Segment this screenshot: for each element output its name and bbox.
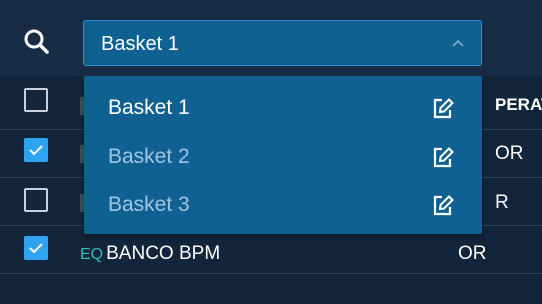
- select-all-checkbox[interactable]: [24, 88, 48, 112]
- checkmark-icon: [29, 243, 43, 254]
- dropdown-item-label: Basket 1: [108, 96, 190, 119]
- chevron-up-icon: [452, 39, 464, 47]
- edit-icon: [433, 98, 454, 119]
- basket-select-value: Basket 1: [101, 33, 179, 55]
- instrument-name-cell: EQ BANCO BPM: [80, 243, 220, 265]
- row-checkbox[interactable]: [24, 138, 48, 162]
- edit-basket-button[interactable]: [430, 193, 456, 219]
- dropdown-item-label: Basket 3: [108, 193, 190, 216]
- edit-icon: [433, 195, 454, 216]
- edit-basket-button[interactable]: [430, 145, 456, 171]
- instrument-name: BANCO BPM: [106, 243, 221, 264]
- basket-select[interactable]: Basket 1: [83, 20, 482, 66]
- row-checkbox[interactable]: [24, 188, 48, 212]
- search-button[interactable]: [22, 27, 52, 57]
- dropdown-item-basket-3[interactable]: Basket 3: [84, 181, 482, 233]
- edit-basket-button[interactable]: [430, 96, 456, 122]
- row-operator: R: [495, 192, 509, 213]
- dropdown-item-basket-1[interactable]: Basket 1: [84, 84, 482, 136]
- row-operator: OR: [495, 143, 524, 164]
- edit-icon: [433, 147, 454, 168]
- basket-dropdown-menu: Basket 1 Basket 2 Basket 3: [84, 76, 482, 234]
- row-operator: OR: [458, 243, 487, 264]
- dropdown-item-label: Basket 2: [108, 145, 190, 168]
- operator-column-header: PERAT: [495, 95, 542, 114]
- search-icon: [24, 29, 49, 54]
- dropdown-item-basket-2[interactable]: Basket 2: [84, 133, 482, 185]
- checkmark-icon: [29, 145, 43, 156]
- instrument-type-tag: EQ: [80, 246, 104, 263]
- row-checkbox[interactable]: [24, 236, 48, 260]
